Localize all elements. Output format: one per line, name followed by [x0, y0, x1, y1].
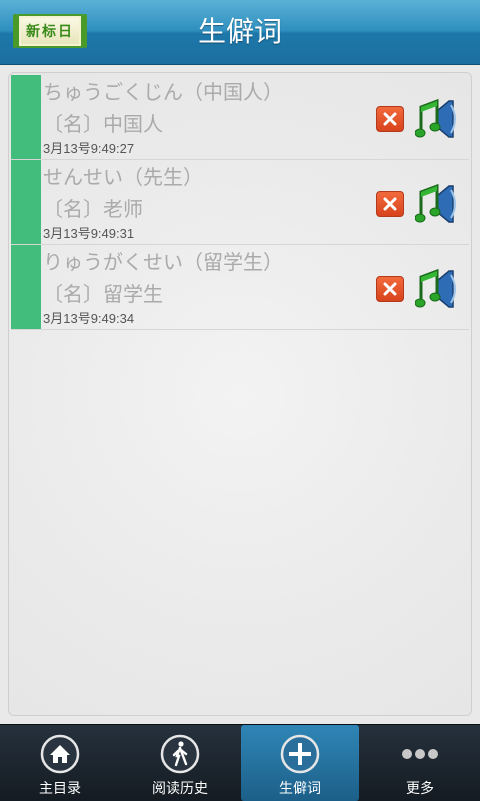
word-list: ちゅうごくじん（中国人） 〔名〕中国人 3月13号9:49:27 せんせい（先生…	[11, 75, 469, 330]
title-bar: 新标日 生僻词	[0, 0, 480, 65]
list-item[interactable]: せんせい（先生） 〔名〕老师 3月13号9:49:31	[11, 160, 469, 245]
word-list-panel: ちゅうごくじん（中国人） 〔名〕中国人 3月13号9:49:27 せんせい（先生…	[8, 72, 472, 716]
word-kana: りゅうがくせい（留学生）	[43, 250, 283, 274]
nav-item-more[interactable]: 更多	[360, 725, 480, 801]
nav-item-main-menu[interactable]: 主目录	[0, 725, 120, 801]
close-icon	[383, 282, 397, 296]
row-accent-bar	[11, 75, 41, 159]
page-title: 生僻词	[197, 15, 282, 48]
row-accent-bar	[11, 160, 41, 244]
nav-item-reading-history[interactable]: 阅读历史	[120, 725, 240, 801]
home-icon	[40, 734, 80, 774]
word-timestamp: 3月13号9:49:27	[43, 141, 135, 156]
close-icon	[383, 197, 397, 211]
word-meaning: 〔名〕中国人	[43, 112, 163, 136]
delete-button[interactable]	[376, 191, 404, 217]
more-dots-icon	[402, 749, 438, 759]
close-icon	[383, 112, 397, 126]
word-kana: ちゅうごくじん（中国人）	[43, 80, 283, 104]
word-kana: せんせい（先生）	[43, 165, 203, 189]
walking-person-icon	[160, 734, 200, 774]
list-item[interactable]: ちゅうごくじん（中国人） 〔名〕中国人 3月13号9:49:27	[11, 75, 469, 160]
bottom-nav: 主目录 阅读历史 生僻词 更多	[0, 724, 480, 801]
word-timestamp: 3月13号9:49:34	[43, 311, 135, 326]
delete-button[interactable]	[376, 276, 404, 302]
nav-label: 阅读历史	[152, 781, 208, 797]
speaker-music-icon[interactable]	[415, 95, 461, 143]
nav-item-rare-words[interactable]: 生僻词	[241, 725, 359, 801]
delete-button[interactable]	[376, 106, 404, 132]
speaker-music-icon[interactable]	[415, 265, 461, 313]
row-accent-bar	[11, 245, 41, 329]
word-meaning: 〔名〕老师	[43, 197, 143, 221]
plus-icon	[280, 734, 320, 774]
word-meaning: 〔名〕留学生	[43, 282, 163, 306]
word-timestamp: 3月13号9:49:31	[43, 226, 135, 241]
nav-label: 主目录	[39, 781, 81, 797]
list-item[interactable]: りゅうがくせい（留学生） 〔名〕留学生 3月13号9:49:34	[11, 245, 469, 330]
nav-label: 更多	[406, 781, 434, 797]
nav-label: 生僻词	[279, 781, 321, 797]
speaker-music-icon[interactable]	[415, 180, 461, 228]
